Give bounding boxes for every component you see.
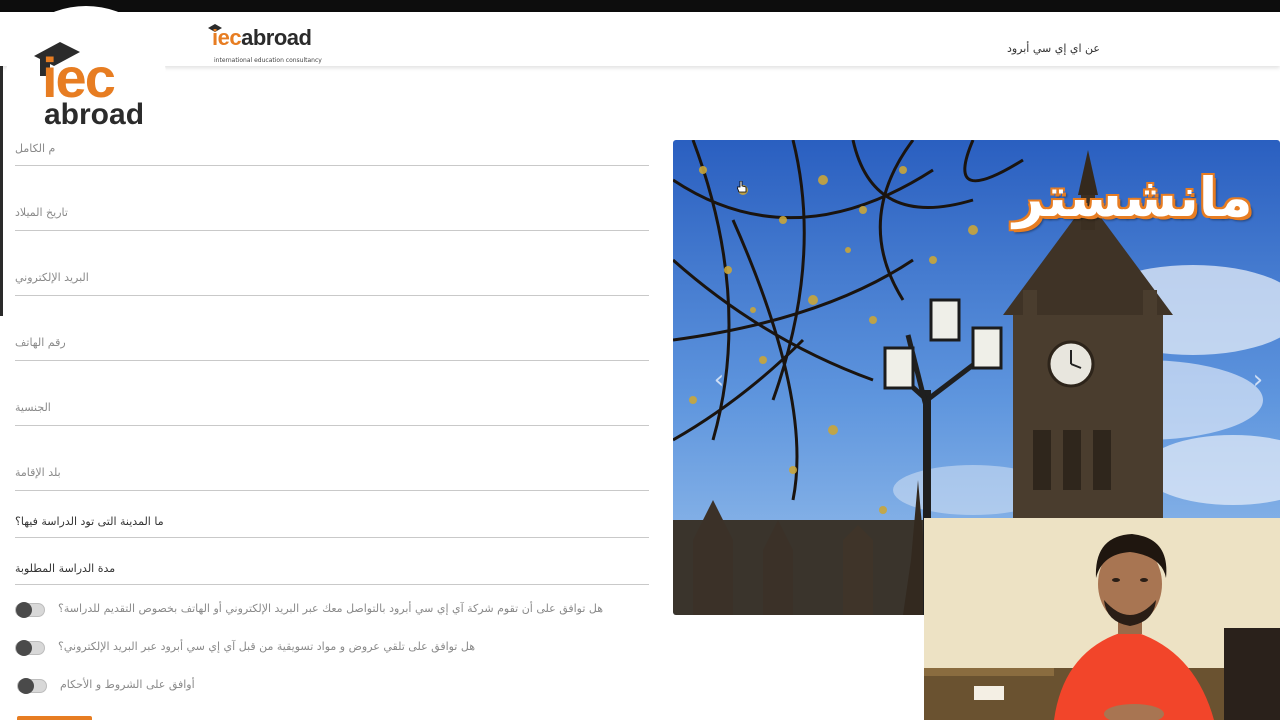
page: iecabroad international education consul…	[0, 0, 1280, 720]
toggle-knob	[16, 640, 32, 656]
phone-field[interactable]: رقم الهاتف	[15, 334, 649, 361]
hand-cursor-icon	[737, 181, 747, 193]
consent-marketing-toggle[interactable]	[15, 640, 45, 656]
left-dark-strip	[0, 66, 3, 316]
presenter-webcam-overlay	[924, 518, 1280, 720]
toggle-knob	[18, 678, 34, 694]
consent-terms-row: أوافق على الشروط و الأحكام	[17, 676, 237, 696]
nav-logo-iec: iec	[212, 25, 242, 50]
nav-logo-tagline: international education consultancy	[214, 57, 322, 64]
residence-country-field[interactable]: بلد الإقامة	[15, 464, 649, 491]
study-city-label: ما المدينة التى تود الدراسة فيها؟	[15, 515, 164, 528]
top-black-bar	[0, 0, 1280, 12]
birth-date-field[interactable]: تاريخ الميلاد	[15, 204, 649, 231]
consent-contact-toggle[interactable]	[15, 602, 45, 618]
nav-logo-abroad: abroad	[241, 25, 312, 50]
full-name-field[interactable]: م الكامل	[15, 140, 649, 166]
email-label: البريد الإلكتروني	[15, 271, 89, 284]
consent-marketing-row: هل توافق على تلقي عروض و مواد تسويقية من…	[15, 638, 515, 658]
consent-contact-row: هل توافق على أن تقوم شركة آي إي سي أبرود…	[15, 600, 635, 620]
residence-country-label: بلد الإقامة	[15, 466, 61, 479]
watermark-abroad: abroad	[44, 98, 145, 131]
consent-marketing-label: هل توافق على تلقي عروض و مواد تسويقية من…	[58, 640, 476, 653]
submit-button[interactable]	[17, 716, 92, 720]
full-name-label: م الكامل	[15, 142, 56, 155]
consent-terms-toggle[interactable]	[17, 678, 47, 694]
nationality-field[interactable]: الجنسية	[15, 399, 649, 426]
navbar: iecabroad international education consul…	[0, 12, 1280, 66]
chevron-right-icon[interactable]: ›	[1248, 365, 1268, 395]
consent-contact-label: هل توافق على أن تقوم شركة آي إي سي أبرود…	[58, 602, 604, 615]
phone-label: رقم الهاتف	[15, 336, 66, 349]
study-duration-select[interactable]: مدة الدراسة المطلوبة	[15, 560, 649, 585]
slide-title: مانشستر	[1013, 166, 1254, 229]
nationality-label: الجنسية	[15, 401, 51, 414]
channel-watermark: iec abroad	[6, 6, 166, 146]
study-city-select[interactable]: ما المدينة التى تود الدراسة فيها؟	[15, 513, 649, 538]
nav-about-link[interactable]: عن اي إي سي أبرود	[1000, 42, 1100, 55]
nav-logo[interactable]: iecabroad international education consul…	[208, 24, 340, 64]
consent-terms-label: أوافق على الشروط و الأحكام	[60, 678, 195, 691]
birth-date-label: تاريخ الميلاد	[15, 206, 68, 219]
email-field[interactable]: البريد الإلكتروني	[15, 269, 649, 296]
study-duration-label: مدة الدراسة المطلوبة	[15, 562, 116, 575]
presenter-video	[924, 518, 1280, 720]
toggle-knob	[16, 602, 32, 618]
nav-logo-text: iecabroad	[212, 25, 312, 51]
chevron-left-icon[interactable]: ‹	[709, 365, 729, 395]
